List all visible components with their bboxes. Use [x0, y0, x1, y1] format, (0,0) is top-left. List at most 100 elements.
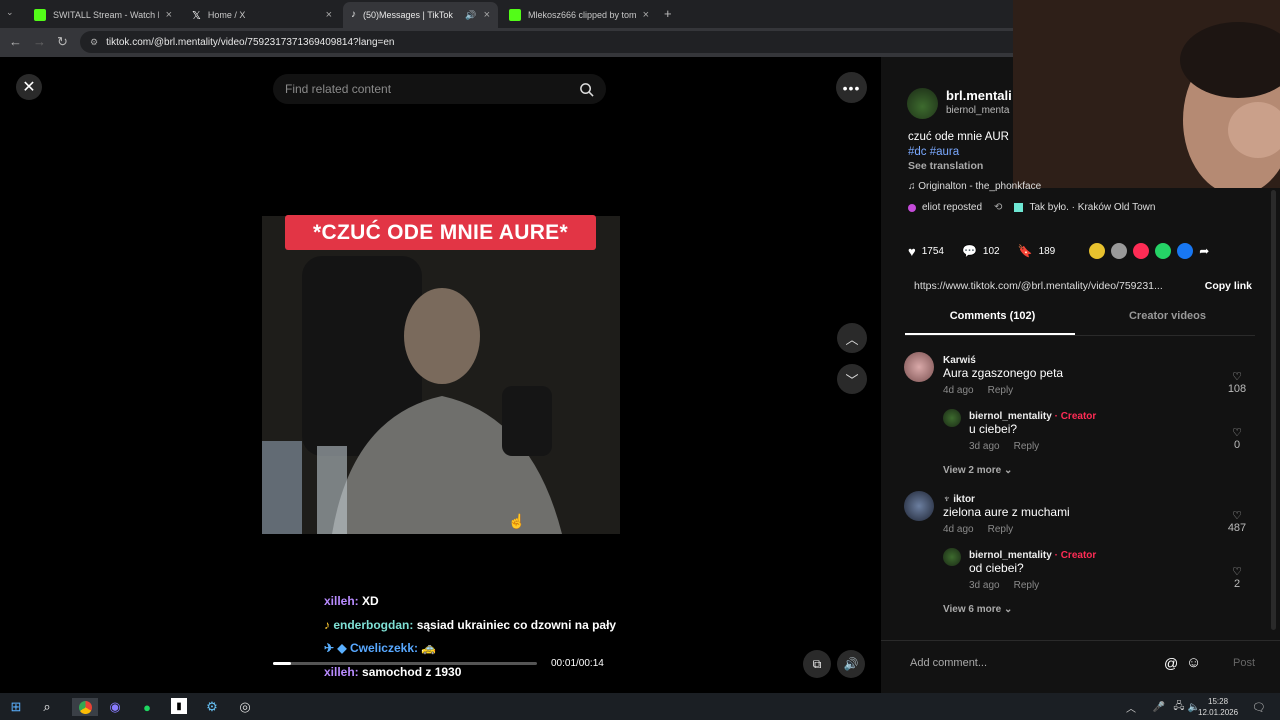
windows-taskbar — [0, 693, 1280, 720]
reply-button[interactable]: Reply — [1014, 441, 1040, 452]
comment-item: Karwiś Aura zgaszonego peta 4d ago Reply — [943, 355, 1063, 396]
repost-text[interactable]: eliot reposted — [922, 202, 982, 213]
microphone-icon[interactable]: 🎤 — [1150, 698, 1168, 716]
tab-creator-videos[interactable]: Creator videos — [1080, 310, 1255, 334]
heart-icon[interactable]: ♥ — [908, 244, 916, 259]
next-video-button[interactable]: ﹀ — [837, 364, 867, 394]
tab-title: Mlekosz666 clipped by tomekp — [528, 10, 636, 20]
heart-outline-icon[interactable]: ♡ — [1222, 509, 1252, 522]
kick-icon — [509, 9, 521, 21]
repost-icon: ⟲ — [994, 202, 1003, 213]
reply-button[interactable]: Reply — [988, 524, 1014, 535]
search-input[interactable]: Find related content — [273, 74, 606, 104]
comment-age: 3d ago — [969, 580, 1000, 591]
emoji-icon[interactable]: ☺ — [1186, 654, 1201, 671]
heart-outline-icon[interactable]: ♡ — [1222, 370, 1252, 383]
post-comment-button[interactable]: Post — [1233, 657, 1255, 669]
whatsapp-share-icon[interactable] — [1155, 243, 1172, 259]
reply-button[interactable]: Reply — [988, 385, 1014, 396]
bookmark-icon[interactable]: 🔖 — [1018, 244, 1033, 258]
back-icon[interactable]: ← — [9, 34, 22, 49]
reload-icon[interactable]: ↻ — [57, 34, 68, 50]
more-options-icon[interactable]: ••• — [836, 72, 867, 103]
tab-list-icon[interactable]: ⌄ — [6, 7, 14, 18]
notepad-icon[interactable]: ▮ — [171, 698, 187, 714]
obs-icon[interactable]: ◎ — [236, 698, 254, 716]
commenter-name[interactable]: biernol_mentality — [969, 550, 1052, 561]
location-icon — [1014, 203, 1024, 212]
commenter-name[interactable]: ♆ iktor — [943, 494, 1070, 505]
search-icon[interactable] — [579, 82, 594, 97]
volume-icon[interactable]: 🔊 — [837, 650, 865, 678]
facebook-share-icon[interactable] — [1177, 243, 1194, 259]
close-tab-icon[interactable]: × — [326, 9, 332, 21]
audio-playing-icon[interactable]: 🔊 — [465, 10, 476, 21]
browser-tab[interactable]: 𝕏 Home / X × — [184, 2, 340, 28]
steam-icon[interactable]: ⚙ — [203, 698, 221, 716]
view-more-replies-button[interactable]: View 6 more ⌄ — [943, 604, 1012, 615]
comment-reply-item: biernol_mentality · Creator od ciebei? 3… — [969, 550, 1096, 591]
comment-like[interactable]: ♡ 2 — [1222, 565, 1252, 590]
commenter-avatar[interactable] — [904, 491, 934, 521]
search-icon[interactable]: ⌕ — [38, 698, 56, 716]
forward-icon[interactable]: → — [33, 34, 46, 49]
chat-text: XD — [362, 594, 379, 608]
post-hashtags[interactable]: #dc #aura — [908, 145, 1009, 160]
tab-comments[interactable]: Comments (102) — [905, 310, 1080, 334]
music-link[interactable]: ♫ Originalton - the_phonkface — [908, 181, 1041, 192]
mention-icon[interactable]: @ — [1164, 655, 1178, 671]
comment-icon[interactable]: 💬 — [962, 244, 977, 258]
browser-tab-active[interactable]: ♪ (50)Messages | TikTok 🔊 × — [343, 2, 498, 28]
view-more-replies-button[interactable]: View 2 more ⌄ — [943, 465, 1012, 476]
spotify-icon[interactable]: ● — [138, 698, 156, 716]
close-icon[interactable]: ✕ — [16, 74, 42, 100]
close-tab-icon[interactable]: × — [166, 9, 172, 21]
chat-text: sąsiad ukrainiec co dzowni na pały — [416, 617, 617, 632]
comment-like-count: 108 — [1227, 383, 1247, 395]
comment-like[interactable]: ♡ 108 — [1222, 370, 1252, 395]
video-progress-bar[interactable] — [273, 662, 537, 665]
heart-outline-icon[interactable]: ♡ — [1222, 426, 1252, 439]
comment-age: 4d ago — [943, 385, 974, 396]
send-share-icon[interactable] — [1133, 243, 1150, 259]
picture-in-picture-icon[interactable]: ⧉ — [803, 650, 831, 678]
commenter-name[interactable]: Karwiś — [943, 355, 1063, 366]
share-arrow-icon[interactable]: ➦ — [1199, 244, 1209, 258]
creator-avatar[interactable] — [943, 409, 961, 427]
commenter-name[interactable]: biernol_mentality — [969, 411, 1052, 422]
video-link-box: https://www.tiktok.com/@brl.mentality/vi… — [908, 276, 1258, 296]
discord-icon[interactable]: ◉ — [106, 698, 124, 716]
reply-button[interactable]: Reply — [1014, 580, 1040, 591]
tray-expand-icon[interactable]: ︿ — [1122, 698, 1140, 716]
copy-link-button[interactable]: Copy link — [1205, 280, 1252, 292]
address-bar[interactable]: ⚙ tiktok.com/@brl.mentality/video/759231… — [80, 31, 1030, 53]
site-info-icon[interactable]: ⚙ — [90, 37, 98, 48]
comment-like[interactable]: ♡ 0 — [1222, 426, 1252, 451]
comment-like[interactable]: ♡ 487 — [1222, 509, 1252, 534]
browser-tab[interactable]: Mlekosz666 clipped by tomekp × — [501, 2, 657, 28]
post-username[interactable]: brl.mentali — [946, 88, 1012, 103]
embed-share-icon[interactable] — [1089, 243, 1106, 259]
location-text[interactable]: Tak było. · Kraków Old Town — [1029, 202, 1155, 213]
close-tab-icon[interactable]: × — [484, 9, 490, 21]
creator-avatar[interactable] — [943, 548, 961, 566]
previous-video-button[interactable]: ︿ — [837, 323, 867, 353]
heart-outline-icon[interactable]: ♡ — [1222, 565, 1252, 578]
new-tab-icon[interactable]: + — [664, 6, 672, 21]
chat-text: samochod z 1930 — [362, 664, 462, 679]
comments-scrollbar[interactable] — [1271, 190, 1276, 630]
add-comment-input[interactable]: Add comment... — [910, 657, 987, 669]
commenter-avatar[interactable] — [904, 352, 934, 382]
video-frame[interactable] — [262, 216, 620, 534]
chrome-icon[interactable] — [72, 698, 98, 716]
avatar[interactable] — [907, 88, 938, 119]
system-clock[interactable]: 15:28 12.01.2026 — [1198, 696, 1238, 718]
windows-start-icon[interactable]: ⊞ — [7, 698, 25, 716]
close-tab-icon[interactable]: × — [643, 9, 649, 21]
url-text: tiktok.com/@brl.mentality/video/75923173… — [106, 36, 395, 48]
see-translation-link[interactable]: See translation — [908, 160, 983, 172]
notifications-icon[interactable]: 🗨 — [1250, 698, 1268, 716]
friends-share-icon[interactable] — [1111, 243, 1128, 259]
chat-message: xilleh: XD — [324, 590, 616, 614]
browser-tab[interactable]: SWITALL Stream - Watch Live o × — [26, 2, 180, 28]
